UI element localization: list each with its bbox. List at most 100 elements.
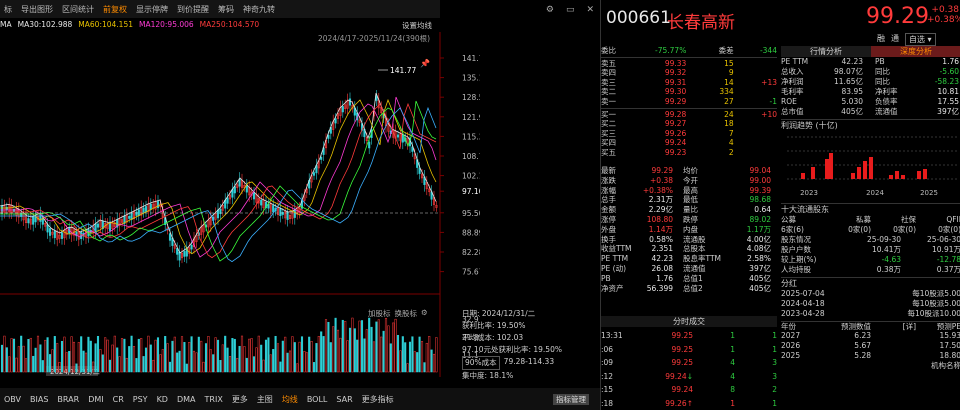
- volume-bar: [60, 340, 64, 373]
- volume-bar: [130, 335, 133, 373]
- forecast-row: 2027 6.23 15.93: [781, 331, 960, 341]
- cost-90-select[interactable]: 90%成本: [462, 356, 500, 370]
- book-price: 99.30: [664, 87, 687, 97]
- toolbar-item[interactable]: 区间统计: [62, 4, 94, 15]
- toolbar-item[interactable]: 神奇九转: [243, 4, 275, 15]
- volume-bar: [87, 336, 90, 373]
- bid-row[interactable]: 买一 99.28 24 +10: [601, 110, 777, 120]
- indicator-tabs: OBV BIAS BRAR DMI CR PSY KD DMA TRIX 更多 主图 均线 BOLL SA…: [0, 388, 600, 410]
- indicator-tab[interactable]: 更多指标: [362, 394, 394, 405]
- ask-row[interactable]: 卖一 99.29 27 -1: [601, 97, 777, 107]
- settings-icon[interactable]: ⚙: [546, 5, 554, 17]
- stat-label: 净资产: [601, 283, 624, 293]
- kline-chart[interactable]: 141.77 135.16 128.55 121.94 115.33 108.72 102.…: [0, 32, 480, 377]
- indicator-tab[interactable]: 均线: [282, 394, 298, 405]
- volume-bar: [195, 352, 198, 373]
- toolbar-item[interactable]: 显示停牌: [136, 4, 168, 15]
- analysis-tab[interactable]: 行情分析: [781, 46, 871, 57]
- ask-row[interactable]: 卖四 99.32 9: [601, 68, 777, 78]
- volume-bar: [291, 336, 294, 373]
- candle-body: [348, 98, 352, 106]
- volume-bar: [317, 336, 320, 373]
- quote-header: 000661 长春高新 99.29 +0.38 +0.38% 融 通 自选 ▾: [601, 0, 960, 46]
- tick-count: 3: [772, 358, 777, 367]
- bid-row[interactable]: 买三 99.26 7: [601, 129, 777, 139]
- cost-settings-icon[interactable]: ⚙: [421, 308, 428, 319]
- minimize-icon[interactable]: ▭: [566, 5, 575, 17]
- tick-row: :06 99.25 1 1: [601, 343, 777, 357]
- shareholder-cell: -12.78: [936, 255, 960, 264]
- volume-bar: [17, 346, 20, 373]
- toolbar-item[interactable]: 导出图形: [21, 4, 53, 15]
- indicator-tab[interactable]: BRAR: [57, 395, 79, 404]
- book-price: 99.24: [664, 138, 687, 148]
- tick-list[interactable]: 13:31 99.25 1 1:06 99.25 1 1:09 99.25 4 3:12 99.24…: [601, 329, 777, 410]
- analysis-panel: 行情分析 深度分析 PE TTM 42.23 PB 1.76 总收入 98.07亿 同比 -5.6…: [781, 46, 960, 371]
- forecast-head: 年份 预测数值 [详] 预测PE: [781, 321, 960, 331]
- stat-row: 外盘 1.14万 内盘 1.17万: [601, 225, 777, 235]
- stat-label: 最新: [601, 166, 616, 175]
- indicator-tab[interactable]: 主图: [257, 394, 273, 405]
- ask-row[interactable]: 卖五 99.33 15: [601, 59, 777, 69]
- holders-head: 公募 私募 社保 QFII: [781, 215, 960, 225]
- volume-bar: [39, 344, 42, 373]
- book-price: 99.27: [664, 119, 687, 129]
- settings-ma-button[interactable]: 设置均线: [402, 20, 432, 31]
- toolbar-item[interactable]: 筹码: [218, 4, 234, 15]
- profit-bar: [829, 153, 833, 179]
- indicator-manage-button[interactable]: 指标管理: [553, 394, 589, 405]
- stat-value: 99.39: [749, 185, 771, 195]
- volume-bar: [171, 340, 174, 373]
- indicator-tab[interactable]: OBV: [4, 395, 21, 404]
- bid-row[interactable]: 买二 99.27 18: [601, 119, 777, 129]
- candle-body: [142, 207, 145, 213]
- stat-row: 总手 2.31万 最低 98.68: [601, 195, 777, 205]
- indicator-tab[interactable]: KD: [157, 395, 168, 404]
- volume-bar: [44, 339, 47, 373]
- tick-price: 99.24: [635, 383, 693, 397]
- indicator-tab[interactable]: BIAS: [30, 395, 48, 404]
- volume-bar: [108, 359, 112, 373]
- forecast-more-cell: [871, 361, 916, 371]
- volume-bar: [178, 350, 181, 373]
- volume-bar: [336, 329, 340, 373]
- candle-body: [27, 218, 30, 224]
- candle-body: [128, 216, 131, 219]
- indicator-tab[interactable]: 更多: [232, 394, 248, 405]
- toolbar-item[interactable]: 到价提醒: [177, 4, 209, 15]
- indicator-tab[interactable]: DMI: [88, 395, 103, 404]
- volume-bar: [269, 354, 272, 373]
- book-volume: 334: [719, 87, 734, 97]
- indicator-tab[interactable]: BOLL: [307, 395, 328, 404]
- toolbar-item[interactable]: 标: [4, 4, 12, 15]
- close-icon[interactable]: ✕: [586, 5, 594, 17]
- toolbar-item[interactable]: 前复权: [103, 4, 127, 15]
- indicator-tab[interactable]: DMA: [177, 395, 196, 404]
- indicator-tab[interactable]: SAR: [336, 395, 352, 404]
- add-mark-button[interactable]: 加股标: [368, 308, 391, 319]
- stat-row: 换手 0.58% 流通股 4.00亿: [601, 235, 777, 245]
- watchlist-select[interactable]: 自选 ▾: [905, 33, 936, 46]
- dividend-row: 2025-07-04 每10股派5.00: [781, 289, 960, 299]
- volume-bar: [226, 347, 229, 373]
- volume-bar: [75, 363, 78, 373]
- tick-arrow: ↑: [686, 398, 693, 408]
- indicator-tab[interactable]: CR: [113, 395, 124, 404]
- ask-row[interactable]: 卖三 99.31 14 +13: [601, 78, 777, 88]
- book-volume: 15: [724, 58, 734, 68]
- pin-icon[interactable]: 📌: [420, 58, 430, 68]
- ask-row[interactable]: 卖二 99.30 334: [601, 87, 777, 97]
- indicator-tab[interactable]: TRIX: [205, 395, 223, 404]
- book-change: [737, 87, 777, 97]
- forecast-cell: 5.28: [854, 351, 871, 360]
- fin-label: 总市值: [781, 107, 804, 116]
- volume-bar: [401, 336, 404, 373]
- shareholder-row: 股东情况 25-09-30 25-06-30: [781, 235, 960, 245]
- volume-bar: [418, 336, 421, 373]
- analysis-tab[interactable]: 深度分析: [871, 46, 960, 57]
- bid-row[interactable]: 买四 99.24 4: [601, 138, 777, 148]
- switch-mark-button[interactable]: 换股标: [395, 308, 418, 319]
- bid-row[interactable]: 买五 99.23 2: [601, 148, 777, 158]
- volume-bar: [329, 342, 332, 373]
- indicator-tab[interactable]: PSY: [133, 395, 148, 404]
